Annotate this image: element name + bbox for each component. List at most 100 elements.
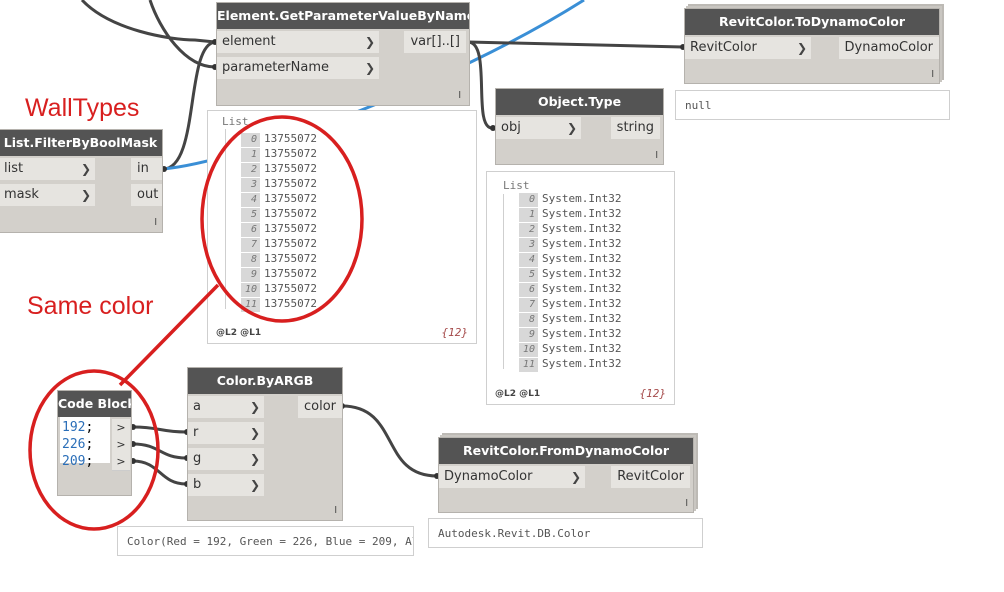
list-value: 13755072	[264, 282, 317, 295]
preview-object-types[interactable]: List 0 System.Int32 1 System.Int32 2 System.I…	[486, 171, 675, 405]
list-item: 7 System.Int32	[519, 297, 621, 312]
list-value: System.Int32	[542, 237, 622, 250]
list-index: 10	[241, 283, 260, 297]
list-item: 0 System.Int32	[519, 192, 621, 207]
input-port-g[interactable]: g ❯	[188, 448, 264, 470]
list-index: 5	[241, 208, 260, 222]
node-title[interactable]: Color.ByARGB	[188, 368, 342, 394]
port-label: mask	[4, 187, 39, 202]
input-port-r[interactable]: r ❯	[188, 422, 264, 444]
node-list-filter-by-bool-mask[interactable]: List.FilterByBoolMask list ❯ mask ❯ in o…	[0, 129, 163, 233]
node-code-block[interactable]: Code Block 192; 226; 209; > > >	[57, 390, 132, 496]
list-value: 13755072	[264, 162, 317, 175]
output-port-color[interactable]: color	[297, 396, 342, 418]
node-revitcolor-from-dynamocolor[interactable]: RevitColor.FromDynamoColor DynamoColor ❯…	[438, 437, 694, 513]
output-port-line-2[interactable]: >	[112, 436, 130, 454]
input-port-obj[interactable]: obj ❯	[496, 117, 581, 139]
list-index: 9	[241, 268, 260, 282]
node-revitcolor-to-dynamocolor[interactable]: RevitColor.ToDynamoColor RevitColor ❯ Dy…	[684, 8, 940, 84]
lacing-indicator[interactable]: l	[334, 506, 337, 516]
list-item: 8 13755072	[241, 252, 317, 267]
list-index: 7	[241, 238, 260, 252]
list-item: 5 System.Int32	[519, 267, 621, 282]
output-port-out[interactable]: out	[131, 184, 162, 206]
list-value: System.Int32	[542, 222, 622, 235]
list-value: 13755072	[264, 192, 317, 205]
list-item: 7 13755072	[241, 237, 317, 252]
chevron-right-icon: ❯	[570, 470, 581, 484]
output-port-line-3[interactable]: >	[112, 453, 130, 471]
list-item: 4 13755072	[241, 192, 317, 207]
output-port-var[interactable]: var[]..[]	[404, 31, 466, 53]
output-port-in[interactable]: in	[131, 158, 162, 180]
port-label: list	[4, 161, 24, 176]
output-port-line-1[interactable]: >	[112, 419, 130, 437]
annotation-same-color: Same color	[27, 292, 154, 320]
list-index: 11	[241, 298, 260, 312]
list-value: 13755072	[264, 222, 317, 235]
list-tree-line	[503, 194, 504, 369]
chevron-right-icon: ❯	[249, 452, 260, 466]
wire-cb-209-to-b	[132, 459, 187, 486]
code-semicolon: ;	[85, 454, 94, 469]
node-title[interactable]: List.FilterByBoolMask	[0, 130, 162, 156]
code-line-3[interactable]: 209;	[62, 453, 93, 471]
list-index: 0	[241, 133, 260, 147]
node-object-type[interactable]: Object.Type obj ❯ string l	[495, 88, 664, 165]
input-port-parameter-name[interactable]: parameterName ❯	[217, 57, 379, 79]
chevron-right-icon: ❯	[796, 41, 807, 55]
list-value: 13755072	[264, 132, 317, 145]
list-value: 13755072	[264, 297, 317, 310]
list-item: 4 System.Int32	[519, 252, 622, 267]
preview-list-title: List	[222, 115, 249, 128]
input-port-list[interactable]: list ❯	[0, 158, 95, 180]
lacing-indicator[interactable]: l	[931, 70, 934, 80]
node-title[interactable]: Object.Type	[496, 89, 663, 115]
wire-color-to-dynamocolor	[341, 404, 438, 478]
input-port-dynamocolor[interactable]: DynamoColor ❯	[439, 466, 585, 488]
input-port-b[interactable]: b ❯	[188, 474, 264, 496]
code-number: 209	[62, 454, 86, 469]
preview-list-title: List	[503, 179, 530, 192]
chevron-right-icon: ❯	[566, 121, 577, 135]
output-port-string[interactable]: string	[610, 117, 660, 139]
node-get-parameter-value[interactable]: Element.GetParameterValueByName element …	[216, 2, 470, 106]
preview-parameter-values[interactable]: List 0 13755072 1 13755072 2 13755072 3 1375507…	[207, 110, 477, 344]
list-value: System.Int32	[542, 252, 622, 265]
node-title[interactable]: RevitColor.FromDynamoColor	[439, 438, 693, 464]
node-title[interactable]: Element.GetParameterValueByName	[217, 3, 469, 29]
input-port-element[interactable]: element ❯	[217, 31, 379, 53]
lacing-indicator[interactable]: l	[655, 151, 658, 161]
output-port-revitcolor[interactable]: RevitColor	[611, 466, 690, 488]
list-value: System.Int32	[542, 327, 622, 340]
list-item: 1 13755072	[241, 147, 317, 162]
lacing-indicator[interactable]: l	[685, 499, 688, 509]
list-value: System.Int32	[542, 207, 622, 220]
port-label: element	[222, 34, 276, 49]
list-item: 3 System.Int32	[519, 237, 622, 252]
node-title[interactable]: RevitColor.ToDynamoColor	[685, 9, 939, 35]
preview-null: null	[675, 90, 950, 120]
list-index: 2	[519, 223, 538, 237]
code-line-1[interactable]: 192;	[62, 419, 93, 437]
list-value: System.Int32	[542, 357, 622, 370]
input-port-a[interactable]: a ❯	[188, 396, 264, 418]
port-label: r	[193, 425, 199, 440]
wire-cb-192-to-r	[132, 425, 187, 434]
annotation-walltypes: WallTypes	[25, 94, 140, 122]
node-title[interactable]: Code Block	[58, 391, 131, 417]
node-color-by-argb[interactable]: Color.ByARGB a ❯ r ❯ g ❯ b ❯ color l	[187, 367, 343, 521]
port-label: obj	[501, 120, 521, 135]
output-port-dynamocolor[interactable]: DynamoColor	[838, 37, 939, 59]
lacing-indicator[interactable]: l	[154, 218, 157, 228]
list-index: 8	[241, 253, 260, 267]
list-index: 4	[519, 253, 538, 267]
lacing-indicator[interactable]: l	[458, 91, 461, 101]
list-index: 1	[241, 148, 260, 162]
chevron-right-icon: ❯	[364, 61, 375, 75]
list-levels: @L2 @L1	[216, 328, 262, 338]
input-port-revitcolor[interactable]: RevitColor ❯	[685, 37, 811, 59]
input-port-mask[interactable]: mask ❯	[0, 184, 95, 206]
wire-cb-226-to-g	[132, 442, 187, 460]
code-line-2[interactable]: 226;	[62, 436, 93, 454]
